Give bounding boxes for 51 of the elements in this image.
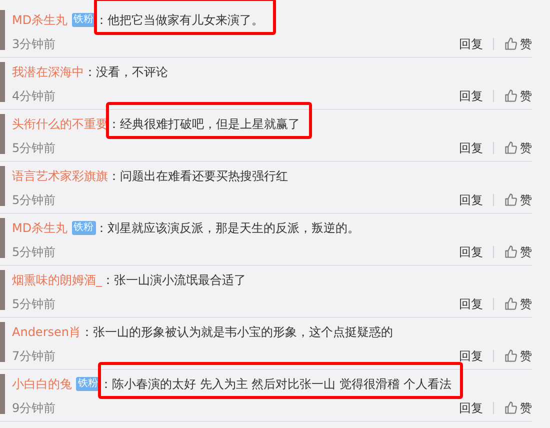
reply-button[interactable]: 回复 bbox=[459, 348, 483, 364]
like-button[interactable]: 赞 bbox=[504, 244, 532, 260]
comment-time: 4分钟前 bbox=[12, 88, 57, 104]
reply-button[interactable]: 回复 bbox=[459, 36, 483, 52]
fan-badge: 铁粉 bbox=[72, 12, 96, 26]
comment-text: ：经典很难打破吧，但是上星就赢了 bbox=[108, 116, 300, 130]
comment-text: ：张一山的形象被认为就是韦小宝的形象，这个点挺疑惑的 bbox=[81, 324, 393, 338]
thumbs-up-icon bbox=[504, 296, 518, 310]
like-button[interactable]: 赞 bbox=[504, 88, 532, 104]
comment-time: 5分钟前 bbox=[12, 244, 57, 260]
fan-badge: 铁粉 bbox=[72, 220, 96, 234]
comment-text: ：没看，不评论 bbox=[84, 64, 168, 78]
thumbs-up-icon bbox=[504, 400, 518, 414]
avatar[interactable] bbox=[0, 322, 5, 362]
avatar[interactable] bbox=[0, 166, 5, 206]
comment-time: 5分钟前 bbox=[12, 192, 57, 208]
thumbs-up-icon bbox=[504, 88, 518, 102]
avatar[interactable] bbox=[0, 374, 5, 414]
avatar[interactable] bbox=[0, 62, 5, 102]
thumbs-up-icon bbox=[504, 348, 518, 362]
reply-button[interactable]: 回复 bbox=[459, 140, 483, 156]
like-button[interactable]: 赞 bbox=[504, 36, 532, 52]
comment-time: 7分钟前 bbox=[12, 348, 57, 364]
comment-time: 5分钟前 bbox=[12, 296, 57, 312]
reply-button[interactable]: 回复 bbox=[459, 244, 483, 260]
like-button[interactable]: 赞 bbox=[504, 400, 532, 416]
reply-button[interactable]: 回复 bbox=[459, 192, 483, 208]
avatar[interactable] bbox=[0, 218, 5, 258]
comment-time: 9分钟前 bbox=[12, 400, 57, 416]
like-button[interactable]: 赞 bbox=[504, 140, 532, 156]
thumbs-up-icon bbox=[504, 244, 518, 258]
avatar[interactable] bbox=[0, 114, 5, 154]
thumbs-up-icon bbox=[504, 36, 518, 50]
reply-button[interactable]: 回复 bbox=[459, 400, 483, 416]
comment-text: ：问题出在难看还要买热搜强行红 bbox=[108, 168, 288, 182]
avatar[interactable] bbox=[0, 10, 5, 50]
avatar[interactable] bbox=[0, 270, 5, 310]
like-button[interactable]: 赞 bbox=[504, 192, 532, 208]
thumbs-up-icon bbox=[504, 192, 518, 206]
comment-time: 5分钟前 bbox=[12, 140, 57, 156]
reply-button[interactable]: 回复 bbox=[459, 88, 483, 104]
comment-text: ：张一山演小流氓最合适了 bbox=[102, 272, 246, 286]
comment-text: ：刘星就应该演反派，那是天生的反派，叛逆的。 bbox=[96, 220, 360, 234]
reply-button[interactable]: 回复 bbox=[459, 296, 483, 312]
like-button[interactable]: 赞 bbox=[504, 296, 532, 312]
like-button[interactable]: 赞 bbox=[504, 348, 532, 364]
thumbs-up-icon bbox=[504, 140, 518, 154]
comment-time: 3分钟前 bbox=[12, 36, 57, 52]
fan-badge: 铁粉 bbox=[76, 376, 100, 390]
comment-text: ：他把它当做家有儿女来演了。 bbox=[96, 12, 264, 26]
comment-text: ：陈小春演的太好 先入为主 然后对比张一山 觉得很滑稽 个人看法 bbox=[100, 376, 452, 390]
